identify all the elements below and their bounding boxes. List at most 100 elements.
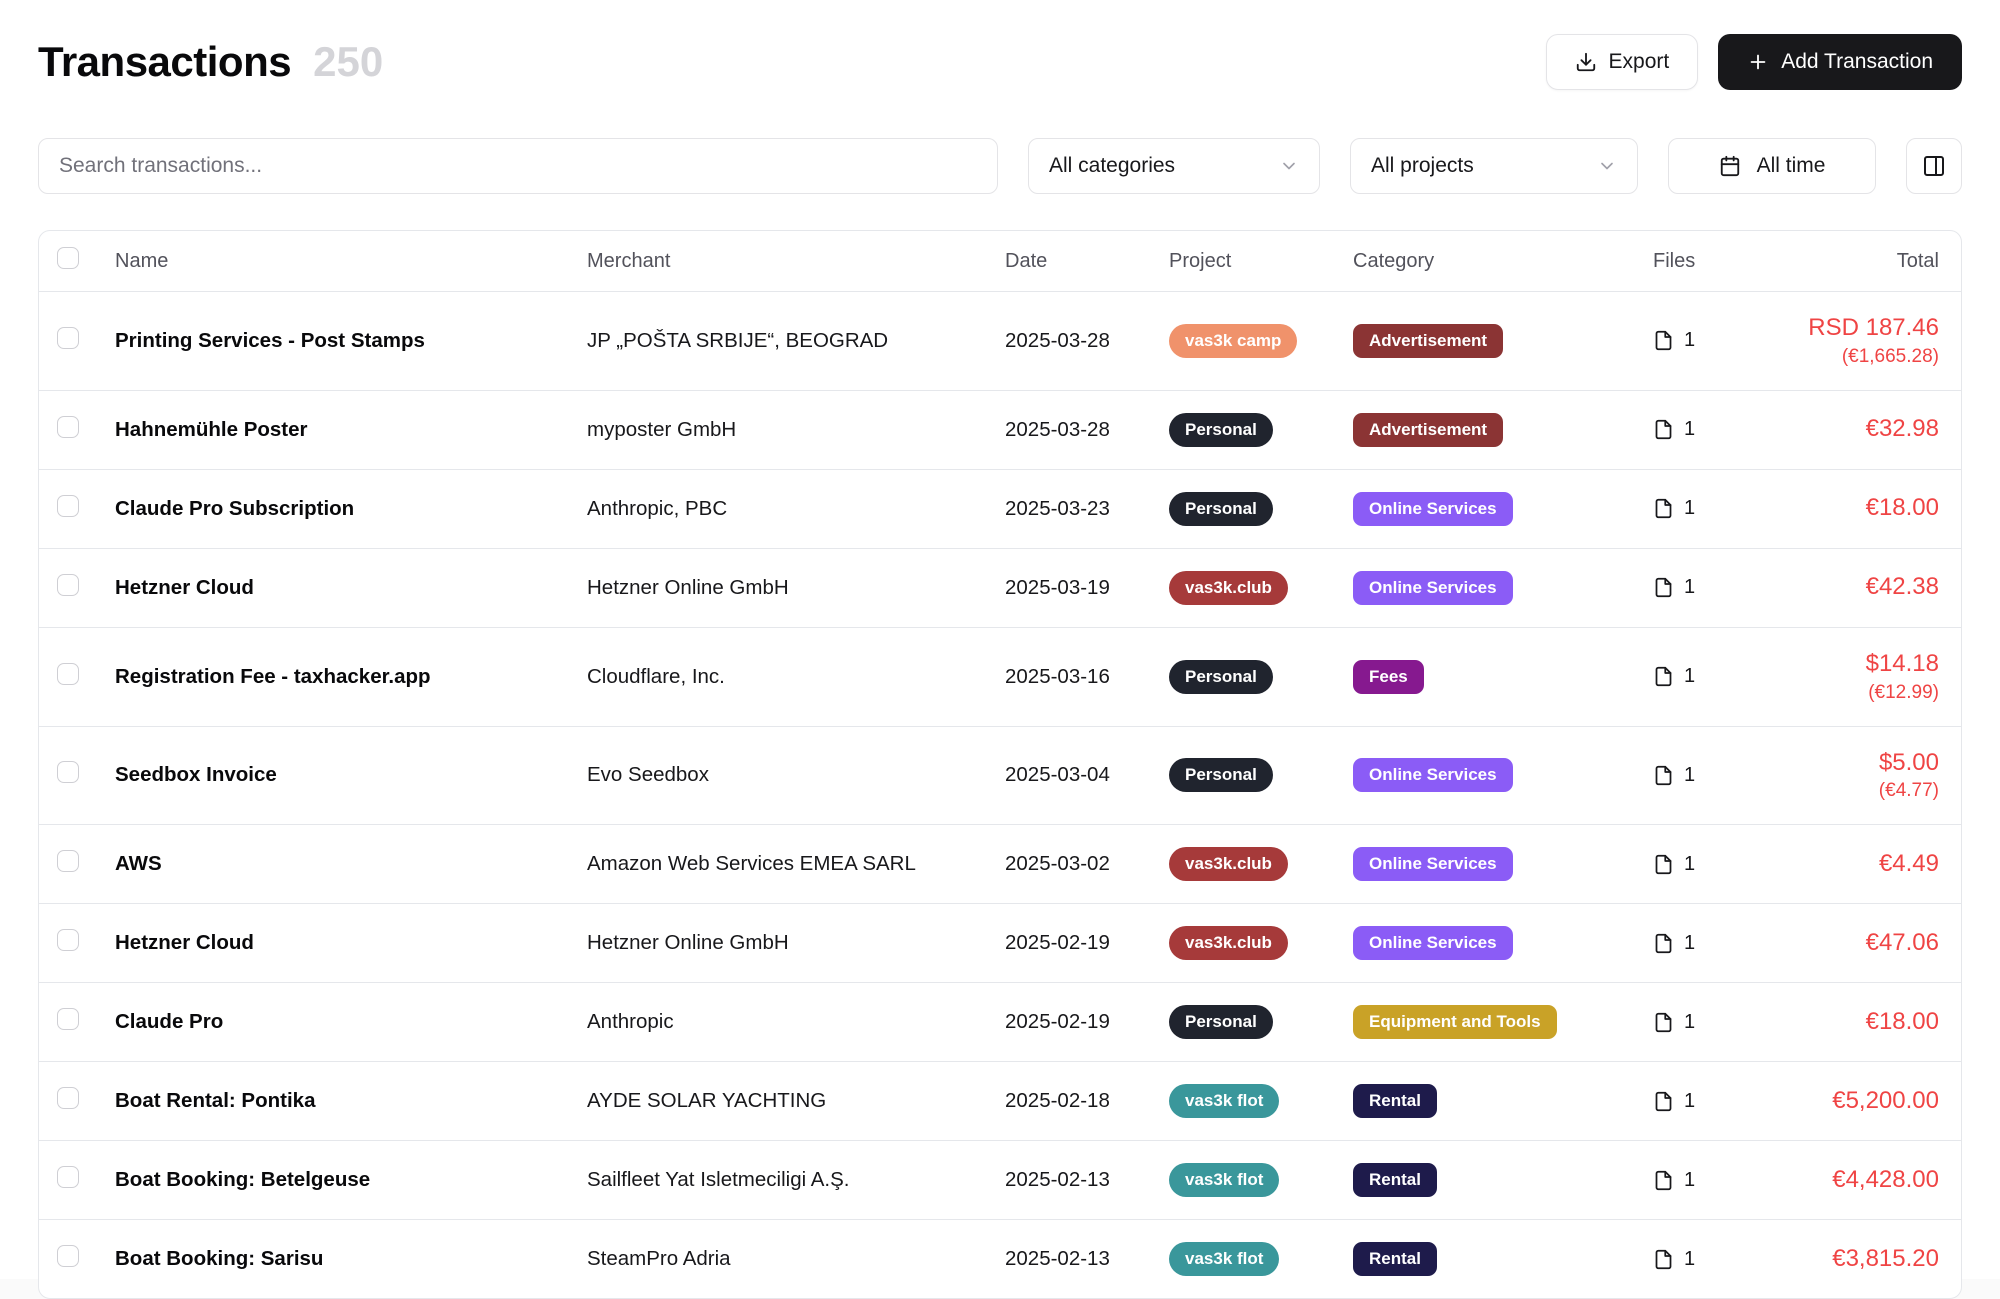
row-checkbox[interactable] — [57, 1166, 79, 1188]
files-cell: 1 — [1653, 932, 1743, 955]
transaction-row[interactable]: Hetzner Cloud Hetzner Online GmbH 2025-0… — [39, 548, 1961, 627]
transaction-date: 2025-03-04 — [1005, 763, 1110, 786]
files-cell: 1 — [1653, 764, 1743, 787]
transaction-merchant: Hetzner Online GmbH — [587, 576, 789, 599]
row-checkbox[interactable] — [57, 663, 79, 685]
category-badge: Online Services — [1353, 571, 1513, 605]
transaction-date: 2025-02-19 — [1005, 1010, 1110, 1033]
transaction-total: €47.06 — [1771, 929, 1939, 958]
transaction-row[interactable]: Claude Pro Anthropic 2025-02-19 Personal… — [39, 983, 1961, 1062]
transaction-name: Registration Fee - taxhacker.app — [115, 665, 431, 688]
transaction-row[interactable]: Seedbox Invoice Evo Seedbox 2025-03-04 P… — [39, 726, 1961, 825]
file-icon — [1653, 1091, 1674, 1112]
files-count: 1 — [1684, 329, 1695, 352]
row-checkbox[interactable] — [57, 929, 79, 951]
transaction-total: €4,428.00 — [1771, 1166, 1939, 1195]
files-cell: 1 — [1653, 418, 1743, 441]
row-checkbox[interactable] — [57, 1008, 79, 1030]
transaction-row[interactable]: Claude Pro Subscription Anthropic, PBC 2… — [39, 469, 1961, 548]
transaction-row[interactable]: AWS Amazon Web Services EMEA SARL 2025-0… — [39, 825, 1961, 904]
add-transaction-button[interactable]: Add Transaction — [1718, 34, 1962, 90]
transaction-merchant: Amazon Web Services EMEA SARL — [587, 852, 916, 875]
transaction-merchant: JP „POŠTA SRBIJE“, BEOGRAD — [587, 329, 888, 352]
transaction-date: 2025-02-19 — [1005, 931, 1110, 954]
files-count: 1 — [1684, 418, 1695, 441]
project-badge: vas3k flot — [1169, 1242, 1279, 1276]
file-icon — [1653, 1249, 1674, 1270]
transaction-row[interactable]: Boat Rental: Pontika AYDE SOLAR YACHTING… — [39, 1062, 1961, 1141]
transaction-total: €3,815.20 — [1771, 1245, 1939, 1274]
files-count: 1 — [1684, 1169, 1695, 1192]
files-count: 1 — [1684, 764, 1695, 787]
files-cell: 1 — [1653, 329, 1743, 352]
project-badge: vas3k.club — [1169, 571, 1288, 605]
category-filter-value: All categories — [1049, 154, 1175, 178]
date-range-filter[interactable]: All time — [1668, 138, 1876, 194]
header-date: Date — [991, 231, 1155, 292]
transaction-merchant: Evo Seedbox — [587, 763, 709, 786]
files-count: 1 — [1684, 576, 1695, 599]
row-checkbox[interactable] — [57, 850, 79, 872]
file-icon — [1653, 1012, 1674, 1033]
transaction-name: Claude Pro — [115, 1010, 223, 1033]
project-badge: vas3k flot — [1169, 1163, 1279, 1197]
transaction-merchant: Hetzner Online GmbH — [587, 931, 789, 954]
transaction-date: 2025-03-02 — [1005, 852, 1110, 875]
transaction-row[interactable]: Boat Booking: Betelgeuse Sailfleet Yat I… — [39, 1141, 1961, 1220]
transaction-total-converted: (€12.99) — [1771, 682, 1939, 704]
files-cell: 1 — [1653, 853, 1743, 876]
transaction-row[interactable]: Hetzner Cloud Hetzner Online GmbH 2025-0… — [39, 904, 1961, 983]
header-project: Project — [1155, 231, 1339, 292]
transaction-date: 2025-03-28 — [1005, 418, 1110, 441]
transaction-date: 2025-03-23 — [1005, 497, 1110, 520]
transaction-name: Boat Rental: Pontika — [115, 1089, 315, 1112]
category-badge: Fees — [1353, 660, 1424, 694]
category-filter-select[interactable]: All categories — [1028, 138, 1320, 194]
transactions-table-body: Printing Services - Post Stamps JP „POŠT… — [39, 292, 1961, 1299]
title-wrap: Transactions 250 — [38, 38, 383, 86]
transaction-date: 2025-02-13 — [1005, 1247, 1110, 1270]
row-checkbox[interactable] — [57, 495, 79, 517]
transaction-count: 250 — [313, 38, 383, 86]
transaction-merchant: Anthropic, PBC — [587, 497, 727, 520]
transaction-row[interactable]: Printing Services - Post Stamps JP „POŠT… — [39, 292, 1961, 391]
export-button[interactable]: Export — [1546, 34, 1699, 90]
transaction-row[interactable]: Registration Fee - taxhacker.app Cloudfl… — [39, 627, 1961, 726]
transaction-date: 2025-02-13 — [1005, 1168, 1110, 1191]
files-cell: 1 — [1653, 1248, 1743, 1271]
search-input[interactable] — [59, 154, 977, 178]
row-checkbox[interactable] — [57, 574, 79, 596]
transaction-name: Hetzner Cloud — [115, 931, 254, 954]
file-icon — [1653, 765, 1674, 786]
category-badge: Rental — [1353, 1242, 1437, 1276]
transaction-total: RSD 187.46 — [1771, 314, 1939, 343]
project-filter-value: All projects — [1371, 154, 1474, 178]
row-checkbox[interactable] — [57, 1087, 79, 1109]
date-range-value: All time — [1757, 154, 1826, 178]
transaction-row[interactable]: Boat Booking: Sarisu SteamPro Adria 2025… — [39, 1220, 1961, 1299]
transaction-total-converted: (€4.77) — [1771, 780, 1939, 802]
row-checkbox[interactable] — [57, 416, 79, 438]
files-count: 1 — [1684, 1090, 1695, 1113]
project-filter-select[interactable]: All projects — [1350, 138, 1638, 194]
column-settings-button[interactable] — [1906, 138, 1962, 194]
file-icon — [1653, 1170, 1674, 1191]
transaction-total: €18.00 — [1771, 1008, 1939, 1037]
files-cell: 1 — [1653, 497, 1743, 520]
file-icon — [1653, 666, 1674, 687]
project-badge: vas3k camp — [1169, 324, 1297, 358]
transaction-date: 2025-03-19 — [1005, 576, 1110, 599]
project-badge: Personal — [1169, 758, 1273, 792]
files-cell: 1 — [1653, 1090, 1743, 1113]
project-badge: Personal — [1169, 660, 1273, 694]
select-all-checkbox[interactable] — [57, 247, 79, 269]
row-checkbox[interactable] — [57, 327, 79, 349]
category-badge: Online Services — [1353, 492, 1513, 526]
project-badge: vas3k.club — [1169, 926, 1288, 960]
row-checkbox[interactable] — [57, 761, 79, 783]
transaction-name: Printing Services - Post Stamps — [115, 329, 425, 352]
transaction-row[interactable]: Hahnemühle Poster myposter GmbH 2025-03-… — [39, 390, 1961, 469]
category-badge: Online Services — [1353, 758, 1513, 792]
transaction-merchant: Sailfleet Yat Isletmeciligi A.Ş. — [587, 1168, 849, 1191]
row-checkbox[interactable] — [57, 1245, 79, 1267]
